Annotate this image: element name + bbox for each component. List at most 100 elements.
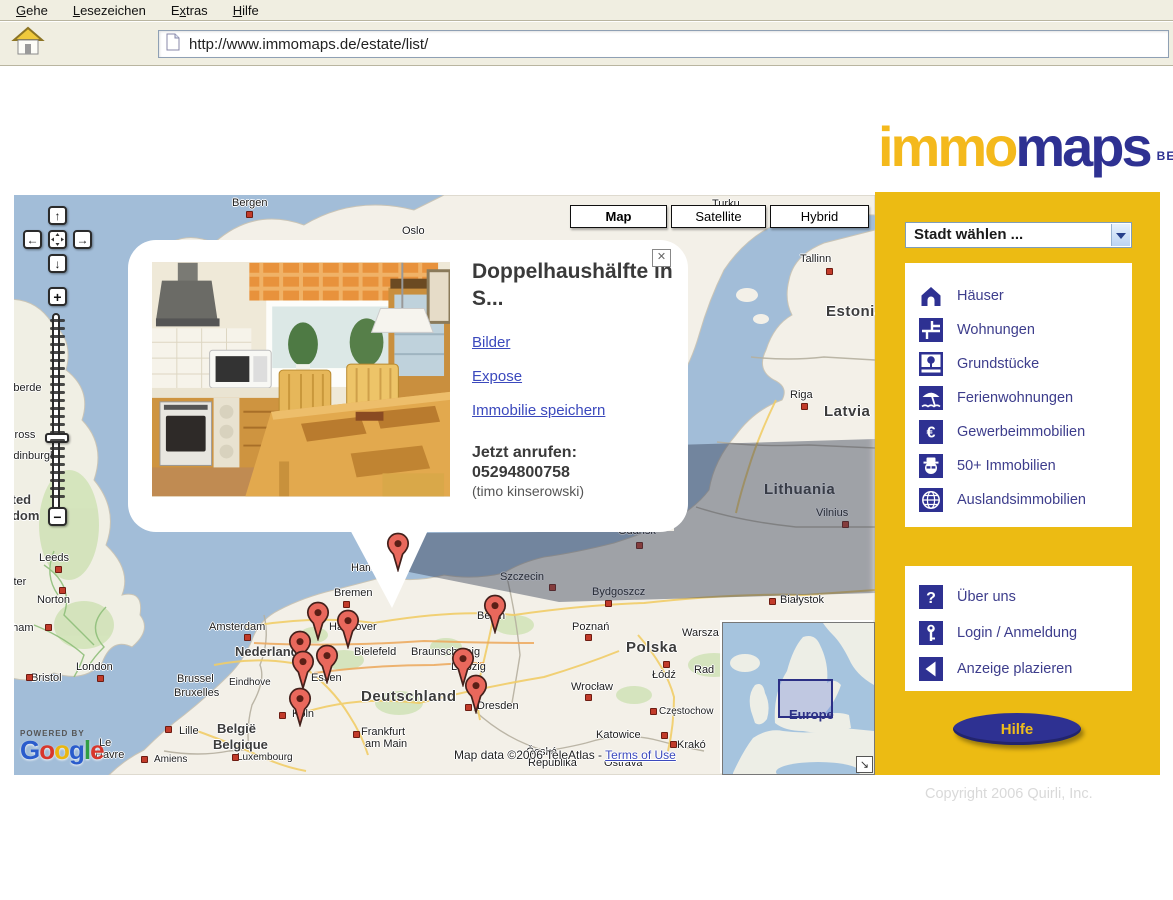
zoom-tick <box>50 479 65 482</box>
city-dot <box>45 624 52 631</box>
overview-collapse-icon[interactable] <box>856 756 873 773</box>
zoom-tick <box>50 431 65 434</box>
map-attribution: Map data ©2006 TeleAtlas - Terms of Use <box>454 748 676 762</box>
map-label: London <box>76 661 113 673</box>
sidebar-item-auslandsimmobilien[interactable]: Auslandsimmobilien <box>905 483 1132 517</box>
info-link-bilder[interactable]: Bilder <box>472 334 510 351</box>
help-button[interactable]: Hilfe <box>953 713 1081 745</box>
zoom-in-button[interactable] <box>48 287 67 306</box>
pan-center-button[interactable] <box>48 230 67 249</box>
map-label: Białystok <box>780 594 824 606</box>
map-label: gham <box>14 622 34 634</box>
info-window: Doppelhaushälfte in S... Jetzt anrufen: … <box>128 240 688 532</box>
menu-extras[interactable]: Extras <box>171 3 208 18</box>
map-label: Polska <box>626 639 677 656</box>
property-marker[interactable] <box>288 687 312 727</box>
zoom-tick <box>50 391 65 394</box>
city-dot <box>97 675 104 682</box>
pan-down-button[interactable] <box>48 254 67 273</box>
city-dot <box>353 731 360 738</box>
zoom-tick <box>50 359 65 362</box>
map-label: Krakó <box>677 739 706 751</box>
map-type-satellite[interactable]: Satellite <box>671 205 766 228</box>
sidebar-item-ferienwohnungen[interactable]: Ferienwohnungen <box>905 381 1132 415</box>
menu-hilfe[interactable]: Hilfe <box>233 3 259 18</box>
map-label: Poznań <box>572 621 609 633</box>
home-icon[interactable] <box>10 25 48 61</box>
city-select[interactable]: Stadt wählen ... <box>905 222 1132 248</box>
sidebar-item-gewerbeimmobilien[interactable]: €Gewerbeimmobilien <box>905 415 1132 449</box>
city-dot <box>670 741 677 748</box>
zoom-out-button[interactable] <box>48 507 67 526</box>
map-type-map[interactable]: Map <box>570 205 667 228</box>
zoom-tick <box>50 327 65 330</box>
menu-lesezeichen[interactable]: Lesezeichen <box>73 3 146 18</box>
zoom-tick <box>50 463 65 466</box>
map-label: België <box>217 721 256 736</box>
terms-of-use-link[interactable]: Terms of Use <box>605 748 676 762</box>
tree-icon <box>919 352 943 376</box>
zoom-tick <box>50 319 65 322</box>
map-canvas[interactable]: BergenOsloTurkuTallinnEstoniaRigaLatviaL… <box>14 195 875 775</box>
zoom-tick <box>50 471 65 474</box>
property-marker[interactable] <box>483 594 507 634</box>
property-marker[interactable] <box>315 644 339 684</box>
city-dot <box>279 712 286 719</box>
property-marker[interactable] <box>336 609 360 649</box>
sidebar-item-wohnungen[interactable]: Wohnungen <box>905 313 1132 347</box>
map-label: Katowice <box>596 729 641 741</box>
selected-property-marker[interactable] <box>386 532 410 572</box>
map-label: Luxembourg <box>237 752 293 763</box>
map-type-hybrid[interactable]: Hybrid <box>770 205 869 228</box>
info-link-immobilie-speichern[interactable]: Immobilie speichern <box>472 402 605 419</box>
map-label: Norton <box>37 594 70 606</box>
map-label: Łódź <box>652 669 676 681</box>
property-photo[interactable] <box>152 262 450 497</box>
sidebar-item-login-anmeldung[interactable]: Login / Anmeldung <box>905 615 1132 651</box>
sidebar-item-label: Login / Anmeldung <box>957 625 1077 641</box>
city-dot <box>165 726 172 733</box>
logo-maps: maps <box>1015 115 1149 178</box>
browser-toolbar: http://www.immomaps.de/estate/list/ <box>0 22 1173 66</box>
logo-immo: immo <box>878 115 1015 178</box>
pan-up-button[interactable] <box>48 206 67 225</box>
menu-gehe[interactable]: Gehe <box>16 3 48 18</box>
zoom-tick <box>50 447 65 450</box>
close-icon[interactable]: ✕ <box>652 249 671 267</box>
google-wordmark: Google <box>20 738 104 762</box>
city-dot <box>26 674 33 681</box>
sidebar-item-anzeige-plazieren[interactable]: Anzeige plazieren <box>905 651 1132 687</box>
property-marker[interactable] <box>291 650 315 690</box>
sidebar-item-über-uns[interactable]: ?Über uns <box>905 579 1132 615</box>
map-label: ited <box>14 492 31 507</box>
copyright-text: Copyright 2006 Quirli, Inc. <box>925 786 1093 802</box>
pan-left-button[interactable] <box>23 230 42 249</box>
map-label: Riga <box>790 389 813 401</box>
zoom-tick <box>50 439 65 442</box>
url-bar[interactable]: http://www.immomaps.de/estate/list/ <box>158 30 1169 58</box>
beach-umbrella-icon <box>919 386 943 410</box>
zoom-tick <box>50 335 65 338</box>
pan-right-button[interactable] <box>73 230 92 249</box>
city-dot <box>59 587 66 594</box>
map-label: Amiens <box>154 754 187 765</box>
city-dot <box>585 694 592 701</box>
property-marker[interactable] <box>464 674 488 714</box>
google-logo[interactable]: POWERED BY Google <box>20 729 104 762</box>
sidebar-item-50+-immobilien[interactable]: 50+ Immobilien <box>905 449 1132 483</box>
globe-icon <box>919 488 943 512</box>
sidebar-item-label: Gewerbeimmobilien <box>957 424 1085 440</box>
zoom-tick <box>50 415 65 418</box>
map-label: Rad <box>694 664 714 676</box>
sidebar-item-grundstücke[interactable]: Grundstücke <box>905 347 1132 381</box>
overview-map[interactable]: Europe <box>722 622 875 775</box>
map-label: Latvia <box>824 403 870 420</box>
sidebar-item-label: Grundstücke <box>957 356 1039 372</box>
svg-text:?: ? <box>926 590 936 607</box>
page-icon <box>166 33 180 55</box>
browser-window: Gehe Lesezeichen Extras Hilfe http://www.im… <box>0 0 1173 900</box>
city-dot <box>246 211 253 218</box>
info-link-expose[interactable]: Expose <box>472 368 522 385</box>
sidebar-item-häuser[interactable]: Häuser <box>905 279 1132 313</box>
city-dot <box>650 708 657 715</box>
